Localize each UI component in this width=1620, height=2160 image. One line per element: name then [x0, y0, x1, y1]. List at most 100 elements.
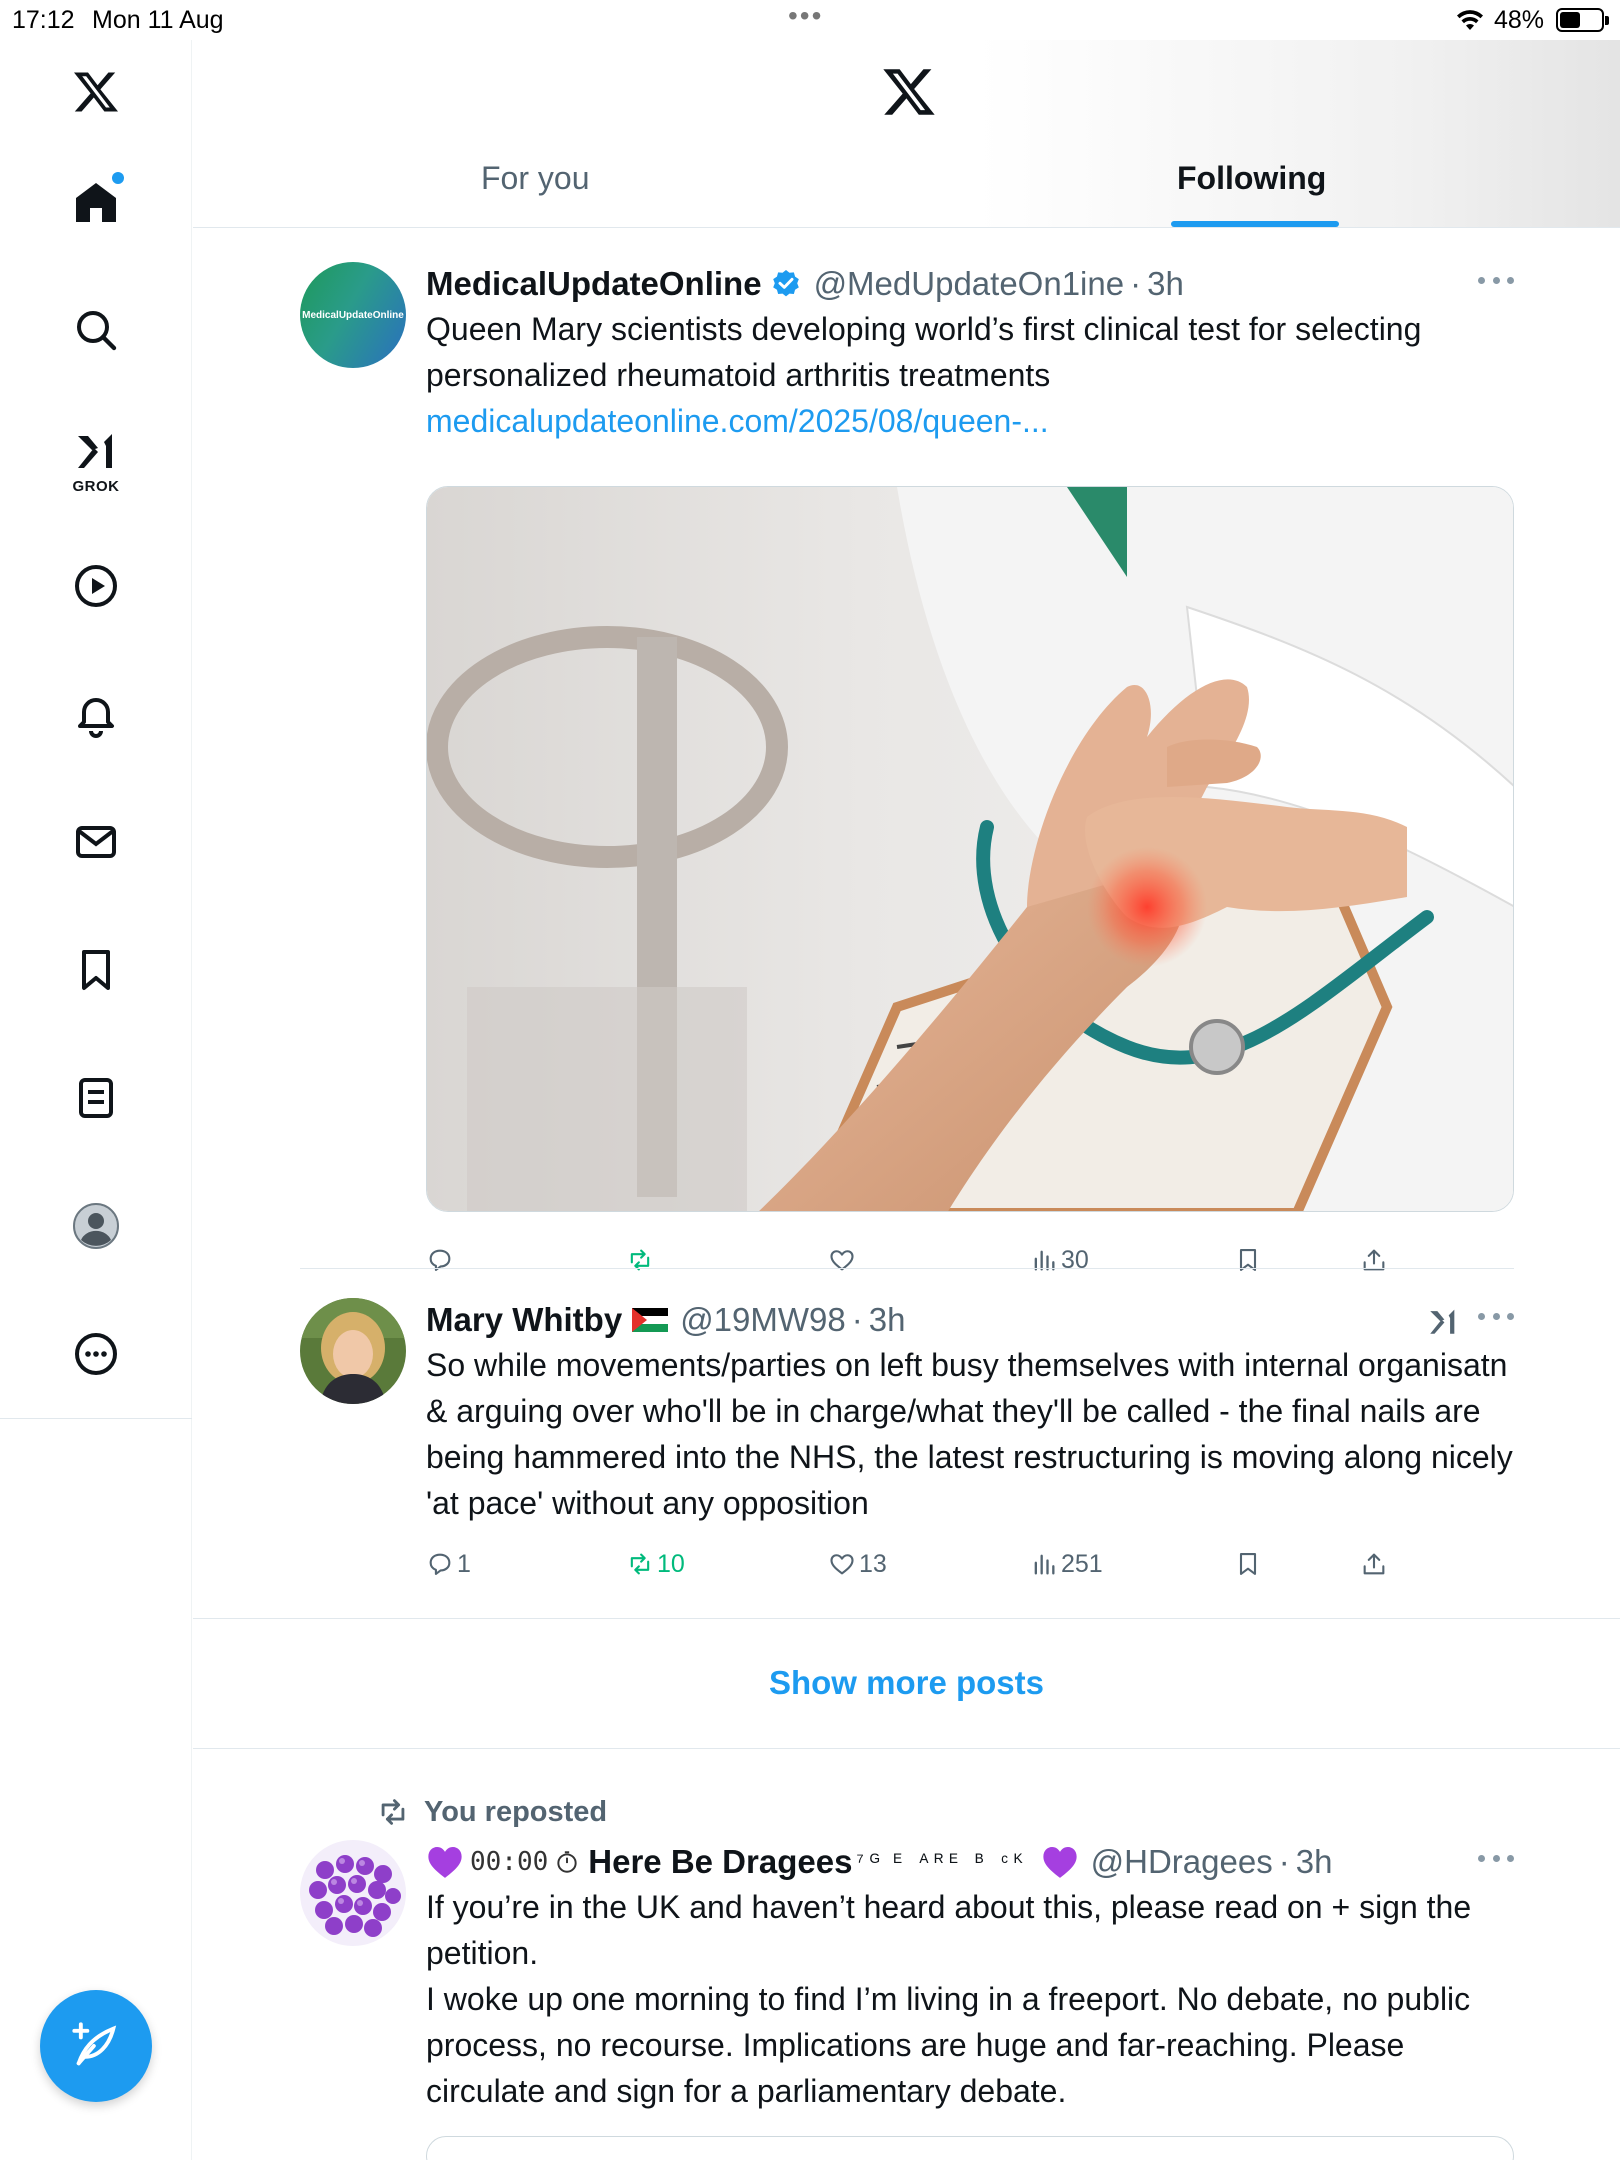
separator: · — [851, 1301, 863, 1338]
avatar[interactable] — [300, 1298, 406, 1404]
post-link[interactable]: medicalupdateonline.com/2025/08/queen-..… — [426, 398, 1516, 444]
repost-icon — [630, 1249, 650, 1271]
tab-following[interactable]: Following — [1177, 160, 1326, 197]
stopwatch-icon — [557, 1851, 577, 1873]
bookmark-button[interactable] — [1234, 1542, 1262, 1586]
post-header: Mary Whitby @19MW98 · 3h — [426, 1298, 905, 1342]
grok-icon[interactable] — [64, 418, 128, 482]
timeline-header: For you Following — [193, 40, 1620, 228]
bookmark-icon — [1239, 1553, 1257, 1575]
post-time[interactable]: 3h — [869, 1301, 906, 1339]
grok-label: GROK — [72, 478, 120, 495]
clock-prefix: 00:00 — [470, 1847, 549, 1877]
name-fancy-text: ᴱ ᴬᴿᴱ ᴮ ᶜᴷ — [893, 1850, 1029, 1873]
reply-icon — [429, 1249, 451, 1271]
purple-heart-icon — [428, 1846, 462, 1878]
reposted-label: You reposted — [424, 1795, 608, 1828]
compose-feather-icon — [72, 2022, 117, 2066]
post-actions: 30 — [426, 1238, 1516, 1282]
like-button[interactable]: 13 — [828, 1542, 887, 1586]
post-card[interactable]: Mary Whitby @19MW98 · 3h So while moveme… — [300, 1298, 1514, 1578]
views-icon — [1034, 1250, 1055, 1271]
bookmark-button[interactable] — [1234, 1238, 1262, 1282]
home-icon[interactable] — [64, 170, 128, 234]
reply-icon — [429, 1553, 451, 1575]
x-logo-icon[interactable] — [881, 64, 937, 120]
sidebar: GROK — [0, 40, 192, 2160]
profile-avatar-icon[interactable] — [64, 1194, 128, 1258]
post-time[interactable]: 3h — [1296, 1843, 1333, 1881]
status-time: 17:12 — [12, 6, 75, 34]
more-options-icon[interactable] — [1478, 1306, 1514, 1326]
multitasking-dots[interactable]: ••• — [788, 0, 823, 32]
post-header: MedicalUpdateOnline @MedUpdateOn1ine · 3… — [426, 262, 1184, 306]
avatar[interactable]: MedicalUpdateOnline — [300, 262, 406, 368]
user-photo — [300, 1298, 406, 1404]
post-text: Queen Mary scientists developing world’s… — [426, 306, 1516, 444]
post-card[interactable]: MedicalUpdateOnline MedicalUpdateOnline … — [300, 262, 1516, 1274]
repost-button[interactable]: 10 — [626, 1542, 685, 1586]
like-count: 13 — [859, 1549, 887, 1578]
bookmarks-icon[interactable] — [64, 938, 128, 1002]
views-button[interactable]: 30 — [1030, 1238, 1089, 1282]
post-header: 00:00 Here Be Dragees ⁷ᴳ ᴱ ᴬᴿᴱ ᴮ ᶜᴷ @HDr… — [426, 1840, 1332, 1884]
video-icon[interactable] — [64, 554, 128, 618]
reply-count: 1 — [457, 1549, 471, 1578]
post-image[interactable] — [426, 486, 1514, 1212]
reply-button[interactable] — [426, 1238, 457, 1282]
reply-button[interactable]: 1 — [426, 1542, 471, 1586]
share-button[interactable] — [1360, 1542, 1388, 1586]
views-count: 251 — [1061, 1549, 1103, 1578]
section-divider — [193, 1748, 1620, 1749]
share-button[interactable] — [1360, 1238, 1388, 1282]
messages-icon[interactable] — [64, 810, 128, 874]
views-icon — [1034, 1554, 1055, 1575]
tab-for-you[interactable]: For you — [481, 160, 589, 197]
status-date: Mon 11 Aug — [92, 6, 224, 34]
like-button[interactable] — [828, 1238, 859, 1282]
heart-icon — [830, 1250, 854, 1271]
wifi-icon — [1457, 10, 1483, 30]
search-icon[interactable] — [64, 298, 128, 362]
notification-dot — [112, 172, 124, 184]
post-card[interactable]: 00:00 Here Be Dragees ⁷ᴳ ᴱ ᴬᴿᴱ ᴮ ᶜᴷ @HDr… — [300, 1840, 1514, 2140]
purple-dragees-photo — [300, 1840, 406, 1946]
name-suffix: ⁷ᴳ — [856, 1850, 886, 1873]
repost-icon — [630, 1553, 650, 1575]
separator: · — [1130, 265, 1142, 302]
post-time[interactable]: 3h — [1147, 265, 1184, 303]
lists-icon[interactable] — [64, 1066, 128, 1130]
active-tab-indicator — [1171, 221, 1339, 227]
display-name[interactable]: Mary Whitby — [426, 1301, 622, 1339]
display-name[interactable]: MedicalUpdateOnline — [426, 265, 762, 303]
more-options-icon[interactable] — [1478, 1848, 1514, 1868]
avatar-text: MedicalUpdateOnline — [302, 309, 404, 321]
post-paragraph: I woke up one morning to find I’m living… — [426, 1981, 1471, 2109]
views-button[interactable]: 251 — [1030, 1542, 1103, 1586]
battery-percent: 48% — [1494, 6, 1545, 34]
user-handle[interactable]: @MedUpdateOn1ine — [814, 265, 1125, 303]
heart-icon — [830, 1554, 854, 1575]
link-card[interactable] — [426, 2136, 1514, 2160]
notifications-icon[interactable] — [64, 682, 128, 746]
repost-button[interactable] — [626, 1238, 657, 1282]
purple-heart-icon — [1043, 1846, 1077, 1878]
verified-badge-icon — [772, 270, 799, 297]
display-name[interactable]: Here Be Dragees — [588, 1843, 852, 1881]
user-handle[interactable]: @19MW98 — [680, 1301, 846, 1339]
grok-icon[interactable] — [1426, 1304, 1460, 1338]
reposted-indicator: You reposted — [376, 1792, 607, 1832]
show-more-posts-button[interactable]: Show more posts — [193, 1618, 1620, 1748]
post-paragraph: If you’re in the UK and haven’t heard ab… — [426, 1889, 1472, 1971]
more-options-icon[interactable] — [64, 1322, 128, 1386]
share-icon — [1363, 1249, 1385, 1271]
avatar[interactable] — [300, 1840, 406, 1946]
user-handle[interactable]: @HDragees — [1091, 1843, 1273, 1881]
views-count: 30 — [1061, 1245, 1089, 1274]
post-body: Queen Mary scientists developing world’s… — [426, 311, 1422, 393]
x-logo-icon[interactable] — [64, 60, 128, 124]
more-options-icon[interactable] — [1478, 270, 1514, 290]
compose-post-button[interactable] — [40, 1990, 152, 2102]
post-actions: 1 10 13 251 — [426, 1542, 1516, 1586]
bookmark-icon — [1239, 1249, 1257, 1271]
